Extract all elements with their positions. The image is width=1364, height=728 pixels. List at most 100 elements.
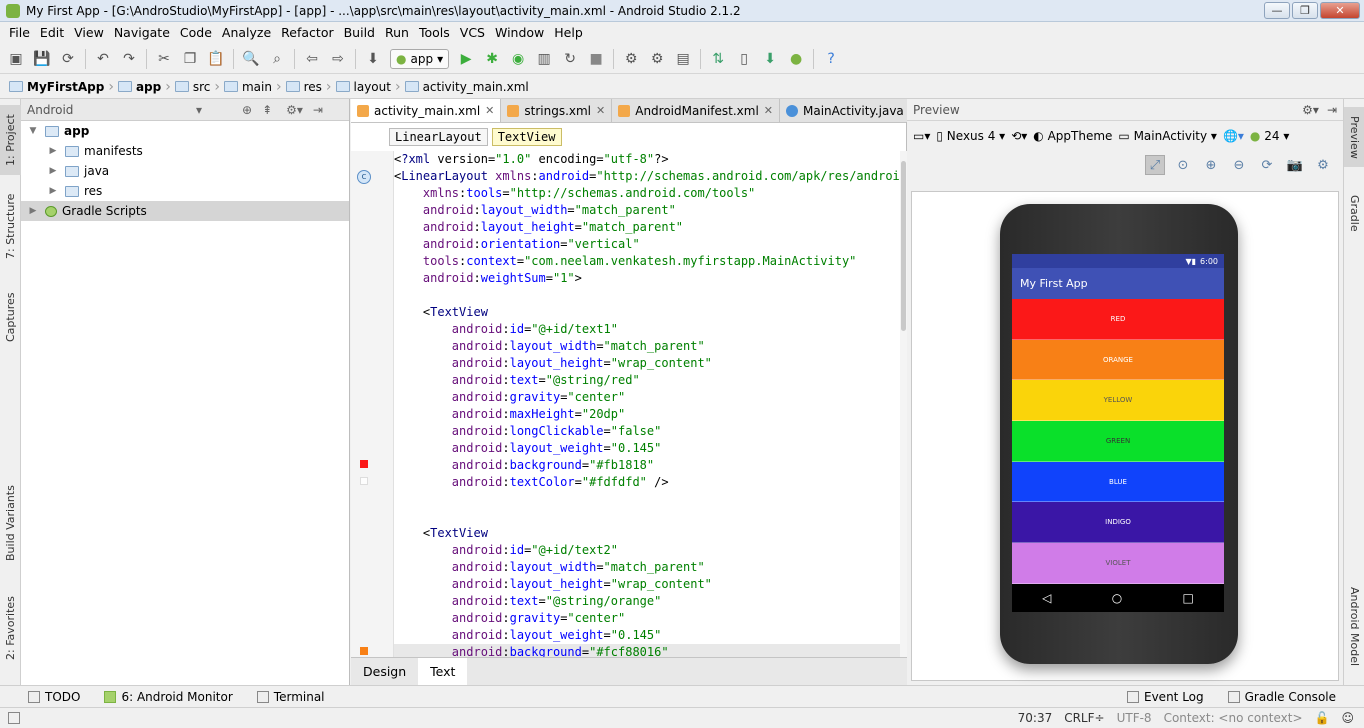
debug-icon[interactable]: ✱ [481,48,503,70]
breadcrumb-item[interactable]: MyFirstApp [6,77,107,97]
close-button[interactable]: ✕ [1320,2,1360,19]
tool-tab-captures[interactable]: Captures [0,287,21,347]
todo-window-button[interactable]: TODO [16,690,92,704]
rerun-icon[interactable]: ↻ [559,48,581,70]
zoom-out-icon[interactable]: ⊖ [1229,155,1249,175]
chevron-down-icon[interactable]: ▼ [27,126,39,136]
menu-refactor[interactable]: Refactor [276,22,338,44]
api-level-select[interactable]: ● 24 ▾ [1250,129,1289,143]
sdk-manager-icon[interactable]: ⬇ [759,48,781,70]
file-encoding[interactable]: UTF-8 [1111,711,1158,725]
color-swatch-white[interactable] [360,477,368,485]
database-icon[interactable]: ▤ [672,48,694,70]
tree-item[interactable]: ▼ app [21,121,349,141]
crumb-textview[interactable]: TextView [491,128,562,146]
lock-icon[interactable]: 🔓 [1309,711,1336,725]
gear-icon[interactable]: ⚙▾ [1302,103,1319,117]
chevron-right-icon[interactable]: ▶ [47,166,59,176]
theme-select[interactable]: ◐ AppTheme [1033,129,1112,143]
menu-build[interactable]: Build [339,22,380,44]
color-band-orange[interactable]: ORANGE [1012,339,1224,381]
copy-icon[interactable]: ❐ [179,48,201,70]
redo-icon[interactable]: ↷ [118,48,140,70]
device-select[interactable]: ▯ Nexus 4 ▾ [936,129,1005,143]
back-icon[interactable]: ⇦ [301,48,323,70]
class-reference-icon[interactable]: c [357,170,371,184]
inspector-icon[interactable]: ☺ [1335,711,1360,725]
tree-item[interactable]: ▶ manifests [21,141,349,161]
tree-item[interactable]: ▶ res [21,181,349,201]
tab-text[interactable]: Text [418,658,468,685]
refresh-icon[interactable]: ⟳ [1257,155,1277,175]
sync-icon[interactable]: ⟳ [57,48,79,70]
chevron-right-icon[interactable]: ▶ [27,206,39,216]
menu-tools[interactable]: Tools [414,22,455,44]
menu-edit[interactable]: Edit [35,22,69,44]
hide-panel-icon[interactable]: ⇥ [1327,103,1337,117]
menu-help[interactable]: Help [549,22,588,44]
menu-view[interactable]: View [69,22,109,44]
breadcrumb-item[interactable]: layout [333,77,394,97]
zoom-in-icon[interactable]: ⊕ [1201,155,1221,175]
open-folder-icon[interactable]: ▣ [5,48,27,70]
menu-run[interactable]: Run [380,22,414,44]
project-structure-icon[interactable]: ⚙ [620,48,642,70]
locale-globe-icon[interactable]: 🌐▾ [1223,129,1244,143]
settings-icon[interactable]: ⚙ [646,48,668,70]
gradle-console-window-button[interactable]: Gradle Console [1216,690,1348,704]
tool-tab-gradle[interactable]: Gradle [1344,183,1364,243]
breadcrumb-item[interactable]: src [172,77,214,97]
render-options-icon[interactable]: ▭▾ [913,129,930,143]
editor-tab[interactable]: strings.xml ✕ [501,99,613,122]
activity-select[interactable]: ▭ MainActivity ▾ [1118,129,1217,143]
sync-gradle-icon[interactable]: ⇅ [707,48,729,70]
editor-tab[interactable]: MainActivity.java✕ [780,99,925,122]
color-swatch-red[interactable] [360,460,368,468]
zoom-actual-icon[interactable]: ⊙ [1173,155,1193,175]
undo-icon[interactable]: ↶ [92,48,114,70]
project-view-select[interactable]: Android ▾ [27,103,202,117]
color-band-violet[interactable]: VIOLET [1012,543,1224,584]
menu-analyze[interactable]: Analyze [217,22,276,44]
close-tab-icon[interactable]: ✕ [485,104,494,117]
close-tab-icon[interactable]: ✕ [764,104,773,117]
orientation-icon[interactable]: ⟲▾ [1011,129,1027,143]
scroll-from-source-icon[interactable]: ⊕ [242,103,252,117]
tab-design[interactable]: Design [351,658,418,685]
close-tab-icon[interactable]: ✕ [596,104,605,117]
tool-tab-build-variants[interactable]: Build Variants [0,483,21,563]
run-config-select[interactable]: ● app ▾ [390,48,450,69]
replace-icon[interactable]: ⌕ [266,48,288,70]
code-area[interactable]: <?xml version="1.0" encoding="utf-8"?> <L… [394,151,900,657]
editor-scrollbar[interactable] [900,151,907,657]
color-swatch-orange[interactable] [360,647,368,655]
maximize-button[interactable]: ❐ [1292,2,1318,19]
crumb-linearlayout[interactable]: LinearLayout [389,128,488,146]
forward-icon[interactable]: ⇨ [327,48,349,70]
preview-settings-icon[interactable]: ⚙ [1313,155,1333,175]
tree-item[interactable]: ▶ Gradle Scripts [21,201,349,221]
gear-icon[interactable]: ⚙▾ [286,103,303,117]
breadcrumb-item[interactable]: app [115,77,164,97]
avd-manager-icon[interactable]: ▯ [733,48,755,70]
event-log-window-button[interactable]: Event Log [1115,690,1216,704]
tool-tab-structure[interactable]: 7: Structure [0,191,21,261]
menu-file[interactable]: File [4,22,35,44]
menu-navigate[interactable]: Navigate [109,22,175,44]
menu-code[interactable]: Code [175,22,217,44]
zoom-fit-icon[interactable]: ⤢ [1145,155,1165,175]
menu-vcs[interactable]: VCS [455,22,490,44]
make-project-icon[interactable]: ⬇ [362,48,384,70]
stop-icon[interactable]: ■ [585,48,607,70]
breadcrumb-item[interactable]: activity_main.xml [402,77,532,97]
help-icon[interactable]: ? [820,48,842,70]
coverage-icon[interactable]: ▥ [533,48,555,70]
tree-item[interactable]: ▶ java [21,161,349,181]
color-band-blue[interactable]: BLUE [1012,461,1224,503]
android-device-monitor-icon[interactable]: ● [785,48,807,70]
color-band-yellow[interactable]: YELLOW [1012,380,1224,422]
line-separator[interactable]: CRLF÷ [1058,711,1110,725]
context-indicator[interactable]: Context: <no context> [1158,711,1309,725]
save-icon[interactable]: 💾 [31,48,53,70]
run-icon[interactable]: ▶ [455,48,477,70]
